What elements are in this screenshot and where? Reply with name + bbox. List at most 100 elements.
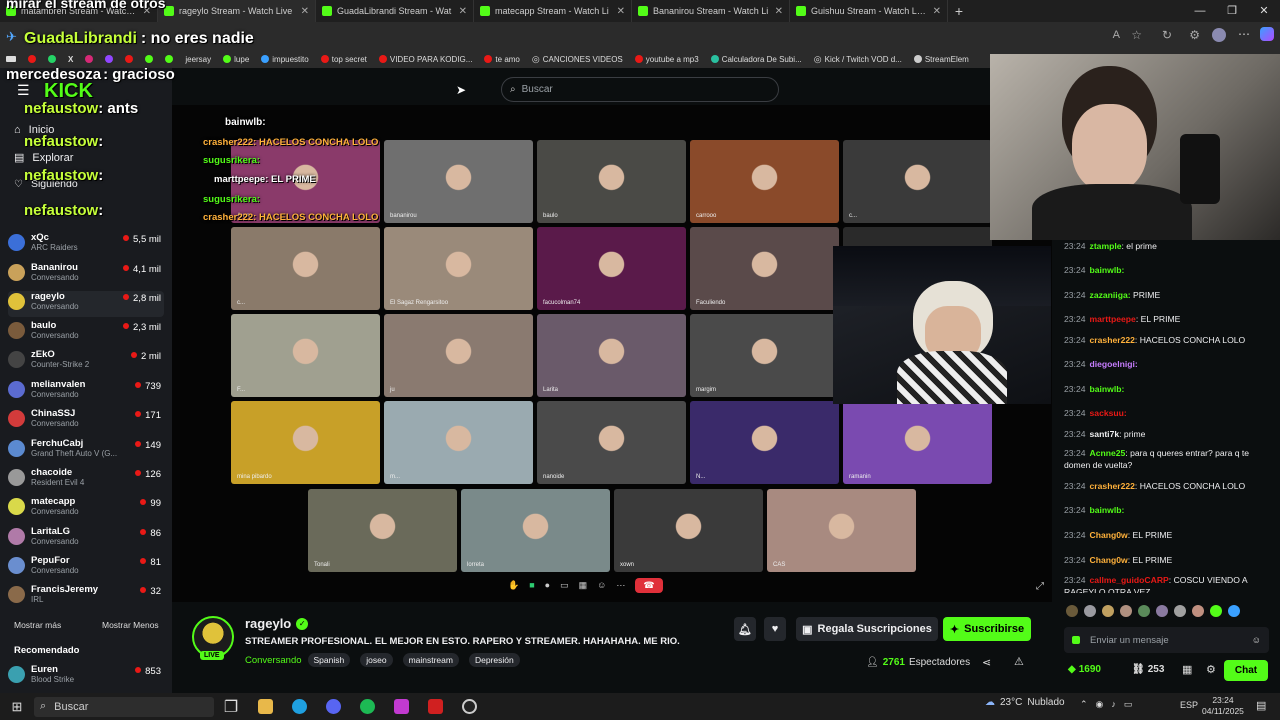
chat-username[interactable]: bainwlb: xyxy=(1090,265,1125,275)
chat-message[interactable]: 23:24 marttpeepe: EL PRIME xyxy=(1064,313,1276,325)
sidebar-channel-chacoide[interactable]: chacoide Resident Evil 4 126 xyxy=(8,467,164,493)
subscribe-button[interactable]: ✦ Suscribirse xyxy=(943,617,1031,641)
tag[interactable]: Depresión xyxy=(468,653,520,667)
emote-icon[interactable] xyxy=(1210,605,1222,617)
bookmark-impuestito[interactable]: impuestito xyxy=(261,55,309,64)
sidebar-channel-zeko[interactable]: zEkO Counter-Strike 22 mil xyxy=(8,349,164,375)
chat-username[interactable]: santi7k xyxy=(1090,429,1120,439)
close-tab-icon[interactable]: ✕ xyxy=(617,6,625,17)
gift-subs-button[interactable]: ▣ Regala Suscripciones xyxy=(796,617,938,641)
kick-icon[interactable] xyxy=(145,55,154,63)
chat-username[interactable]: bainwlb: xyxy=(1090,384,1125,394)
shop-icon[interactable]: ▦ xyxy=(1182,663,1192,676)
emote-icon[interactable] xyxy=(1192,605,1204,617)
bookmark-youtube-a-mp3[interactable]: youtube a mp3 xyxy=(634,55,699,64)
camera-icon[interactable]: ■ xyxy=(529,580,534,590)
extension-icon[interactable]: ✈ xyxy=(6,29,17,45)
emote-icon[interactable] xyxy=(1084,605,1096,617)
kick-icon[interactable] xyxy=(165,55,174,63)
clock[interactable]: 23:24 04/11/2025 xyxy=(1202,695,1244,717)
sidebar-channel-baulo[interactable]: baulo Conversando 2,3 mil xyxy=(8,320,164,346)
chat-message[interactable]: 23:24 Acnne25: para q queres entrar? para… xyxy=(1064,447,1276,471)
sidebar-channel-bananirou[interactable]: Bananirou Conversando 4,1 mil xyxy=(8,262,164,288)
sidebar-channel-laritalg[interactable]: LaritaLG Conversando 86 xyxy=(8,526,164,552)
emoji-icon[interactable]: ☺ xyxy=(597,580,606,590)
bookmark-folder-icon[interactable] xyxy=(6,56,16,62)
youtube-icon[interactable] xyxy=(125,55,134,63)
nav-explorar[interactable]: ▤ Explorar xyxy=(14,151,73,165)
tab-3[interactable]: GuadaLibrandi Stream - Wat ✕ xyxy=(316,0,474,22)
new-tab-button[interactable]: + xyxy=(948,0,970,22)
chat-username[interactable]: Chang0w xyxy=(1090,555,1128,565)
bookmark-video-para-kodig[interactable]: VIDEO PARA KODIG... xyxy=(378,55,472,64)
notification-bell-button[interactable]: 🔔︎ xyxy=(734,617,756,641)
emote-icon[interactable] xyxy=(1138,605,1150,617)
bookmark-calculadora[interactable]: Calculadora De Subi... xyxy=(710,55,802,64)
volume-icon[interactable]: ♪ xyxy=(1111,699,1116,710)
bookmark-streamelements[interactable]: StreamElem xyxy=(913,55,969,64)
emote-icon[interactable] xyxy=(1102,605,1114,617)
profile-avatar[interactable] xyxy=(1212,28,1226,42)
more-icon[interactable]: ⋯ xyxy=(616,580,625,591)
more-menu-icon[interactable]: ⋯ xyxy=(1238,27,1250,41)
stream-category[interactable]: Conversando xyxy=(245,655,302,666)
weather-widget[interactable]: ☁ 23°C Nublado xyxy=(985,697,1065,708)
notifications-icon[interactable]: ▤ xyxy=(1256,699,1266,712)
task-view-button[interactable]: ❐ xyxy=(214,693,248,720)
tag[interactable]: Spanish xyxy=(307,653,351,667)
tab-6[interactable]: Guishuu Stream - Watch Live on K ✕ xyxy=(790,0,948,22)
battery-icon[interactable]: ▭ xyxy=(1124,699,1133,710)
settings-gear-icon[interactable]: ⚙ xyxy=(1206,663,1216,676)
taskbar-search[interactable]: ⌕ Buscar xyxy=(34,696,214,717)
chat-input[interactable]: Enviar un mensaje ☺ xyxy=(1064,627,1269,653)
hamburger-menu-icon[interactable]: ☰ xyxy=(17,82,30,99)
chat-message[interactable]: 23:24 callme_guidoCARP: COSCU VIENDO A RA… xyxy=(1064,574,1276,593)
follow-heart-button[interactable]: ♥ xyxy=(764,617,786,641)
taskbar-app-explorer[interactable] xyxy=(248,693,282,720)
close-window-icon[interactable]: ✕ xyxy=(1248,0,1280,22)
close-tab-icon[interactable]: ✕ xyxy=(459,6,467,17)
chat-username[interactable]: crasher222 xyxy=(1090,335,1135,345)
chat-message[interactable]: 23:24 ztample: el prime xyxy=(1064,240,1276,252)
taskbar-app-edge[interactable] xyxy=(282,693,316,720)
favorite-star-icon[interactable]: ☆ xyxy=(1131,28,1142,42)
start-button[interactable]: ⊞ xyxy=(0,693,34,720)
chat-username[interactable]: zazaniiga: xyxy=(1090,290,1131,300)
whatsapp-icon[interactable] xyxy=(48,55,56,63)
show-less-button[interactable]: Mostrar Menos xyxy=(102,620,159,630)
chat-username[interactable]: sacksuu: xyxy=(1090,408,1127,418)
taskbar-app-capcut[interactable] xyxy=(384,693,418,720)
sidebar-channel-matecapp[interactable]: matecapp Conversando 99 xyxy=(8,496,164,522)
taskbar-app-red[interactable] xyxy=(418,693,452,720)
bookmark-top-secret[interactable]: top secret xyxy=(320,55,367,64)
taskbar-app-spotify[interactable] xyxy=(350,693,384,720)
chat-message[interactable]: 23:24 bainwlb: xyxy=(1064,264,1276,276)
maximize-icon[interactable]: ❐ xyxy=(1216,0,1248,22)
sidebar-channel-chinassj[interactable]: ChinaSSJ Conversando 171 xyxy=(8,408,164,434)
sidebar-channel-xqc[interactable]: xQc ARC Raiders 5,5 mil xyxy=(8,232,164,258)
copilot-icon[interactable] xyxy=(1260,27,1274,41)
chat-username[interactable]: crasher222 xyxy=(1090,481,1135,491)
emote-icon[interactable] xyxy=(1066,605,1078,617)
chat-username[interactable]: Chang0w xyxy=(1090,530,1128,540)
minimize-icon[interactable]: — xyxy=(1184,0,1216,22)
x-icon[interactable]: X xyxy=(68,55,73,64)
chat-username[interactable]: diegoelnigi: xyxy=(1090,359,1138,369)
show-more-button[interactable]: Mostrar más xyxy=(14,620,61,630)
chat-username[interactable]: ztample xyxy=(1090,241,1122,251)
sidebar-channel-pepufor[interactable]: PepuFor Conversando 81 xyxy=(8,555,164,581)
tab-4[interactable]: matecapp Stream - Watch Li ✕ xyxy=(474,0,632,22)
close-tab-icon[interactable]: ✕ xyxy=(775,6,783,17)
search-input[interactable]: ⌕ Buscar xyxy=(501,77,779,102)
sidebar-channel-francisjeremy[interactable]: FrancisJeremy IRL 32 xyxy=(8,584,164,610)
grid-icon[interactable]: ▦ xyxy=(579,580,588,591)
chat-message[interactable]: 23:24 Chang0w: EL PRIME xyxy=(1064,554,1276,566)
emote-icon[interactable] xyxy=(1228,605,1240,617)
chat-username[interactable]: Acnne25 xyxy=(1090,448,1126,458)
chevron-up-icon[interactable]: ⌃ xyxy=(1080,699,1088,710)
refresh-icon[interactable]: ↻ xyxy=(1162,28,1172,42)
fullscreen-icon[interactable]: ⤢ xyxy=(1036,581,1044,592)
taskbar-app-obs[interactable] xyxy=(452,693,486,720)
chat-message[interactable]: 23:24 bainwlb: xyxy=(1064,383,1276,395)
emote-icon[interactable] xyxy=(1120,605,1132,617)
